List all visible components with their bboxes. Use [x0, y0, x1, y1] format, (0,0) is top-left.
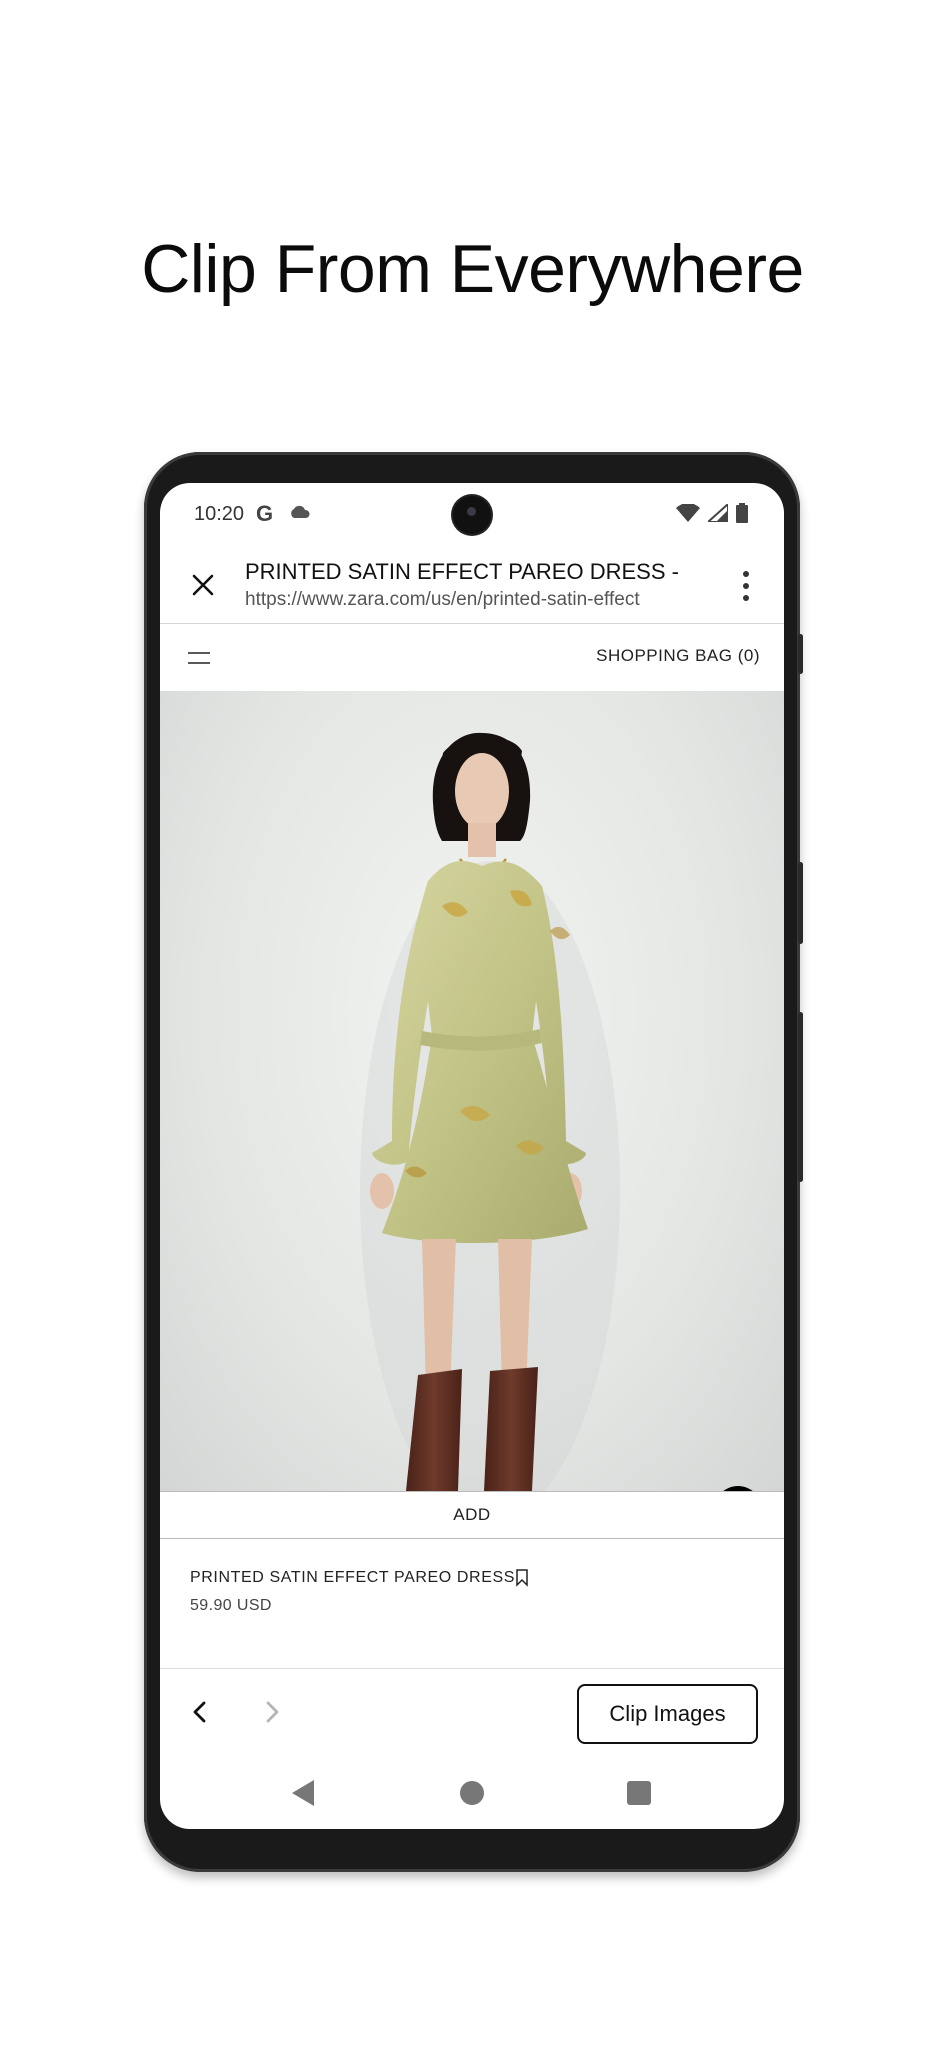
product-info: PRINTED SATIN EFFECT PAREO DRESS 59.90 U…: [160, 1539, 784, 1669]
front-camera: [453, 496, 491, 534]
system-back-icon[interactable]: [292, 1780, 314, 1806]
system-recents-icon[interactable]: [627, 1781, 651, 1805]
add-button[interactable]: ADD: [160, 1491, 784, 1539]
product-image[interactable]: [160, 691, 784, 1491]
close-icon[interactable]: [188, 570, 218, 600]
status-bar: 10:20 G: [160, 483, 784, 549]
bookmark-icon[interactable]: [515, 1569, 529, 1587]
signal-icon: [708, 504, 728, 522]
menu-icon[interactable]: [188, 648, 210, 668]
phone-side-button: [798, 634, 803, 674]
page-title: PRINTED SATIN EFFECT PAREO DRESS -: [245, 559, 679, 584]
wifi-icon: [676, 504, 700, 522]
google-icon: G: [256, 501, 274, 526]
phone-power-button: [798, 1012, 803, 1182]
phone-screen: 10:20 G PRINTED SATIN EFFECT PAREO DRESS…: [160, 483, 784, 1829]
clip-images-button[interactable]: Clip Images: [577, 1684, 758, 1744]
product-price: 59.90 USD: [190, 1597, 272, 1614]
forward-arrow-icon[interactable]: [260, 1697, 284, 1727]
system-nav-bar: [160, 1759, 784, 1829]
url-text[interactable]: https://www.zara.com/us/en/printed-satin…: [245, 589, 640, 611]
clip-toolbar: Clip Images: [160, 1669, 784, 1759]
shopping-bag-link[interactable]: SHOPPING BAG (0): [596, 646, 760, 666]
browser-toolbar: PRINTED SATIN EFFECT PAREO DRESS - https…: [160, 549, 784, 624]
back-arrow-icon[interactable]: [188, 1697, 212, 1727]
battery-icon: [736, 503, 748, 523]
product-name: PRINTED SATIN EFFECT PAREO DRESS: [190, 1569, 516, 1586]
headline: Clip From Everywhere: [141, 231, 804, 307]
more-options-icon[interactable]: [736, 569, 756, 603]
status-icons: [676, 503, 748, 523]
model-illustration: [360, 732, 620, 1491]
cloud-icon: [291, 505, 310, 518]
system-home-icon[interactable]: [460, 1781, 484, 1805]
site-header: SHOPPING BAG (0): [160, 624, 784, 691]
status-time: 10:20: [194, 503, 245, 525]
phone-volume-button: [798, 862, 803, 944]
